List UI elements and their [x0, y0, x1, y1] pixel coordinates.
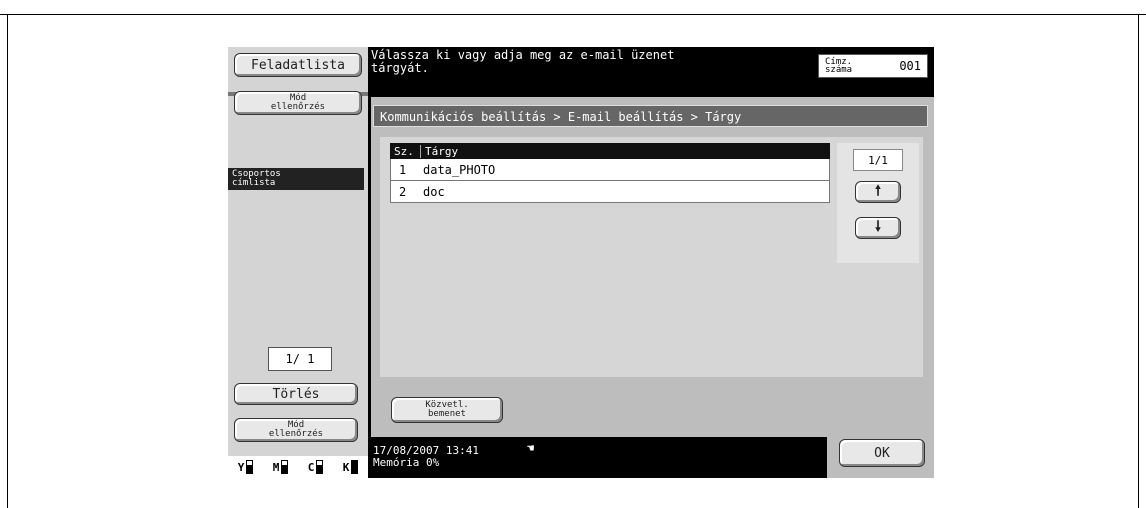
scroll-down-button[interactable]: 🠗 — [855, 217, 901, 239]
toner-m: M — [273, 460, 289, 474]
direct-input-button[interactable]: Közvetl. bemenet — [391, 397, 503, 423]
breadcrumb: Kommunikációs beállítás > E-mail beállít… — [373, 105, 928, 127]
date-time-memory: 17/08/2007 13:41 Memória 0% — [373, 444, 479, 469]
subject-table: Sz. Tárgy 1 data_PHOTO 2 doc — [390, 143, 830, 203]
page-frame-right — [1138, 14, 1139, 508]
page-frame-top — [0, 14, 1146, 15]
page-frame-left — [7, 14, 8, 508]
instruction-message: Válassza ki vagy adja meg az e-mail üzen… — [371, 48, 675, 75]
group-address-list-tab[interactable]: Csoportos címlista — [228, 168, 364, 190]
page-indicator: 1/ 1 — [268, 347, 332, 371]
scroll-up-button[interactable]: 🠕 — [855, 181, 901, 203]
toner-indicator: Y M C K — [228, 456, 368, 478]
column-subject: Tárgy — [425, 144, 459, 158]
table-row[interactable]: 2 doc — [390, 181, 830, 203]
row-number: 1 — [399, 162, 407, 177]
table-row[interactable]: 1 data_PHOTO — [390, 159, 830, 181]
subject-list-panel: Sz. Tárgy 1 data_PHOTO 2 doc 1/1 🠕 🠗 — [380, 137, 923, 377]
toner-c: C — [308, 460, 324, 474]
row-subject: data_PHOTO — [423, 162, 496, 177]
mode-check-bottom-button[interactable]: Mód ellenőrzés — [234, 418, 358, 442]
control-panel-screen: Feladatlista Mód ellenőrzés Csoportos cí… — [228, 47, 934, 478]
row-subject: doc — [423, 184, 445, 199]
ok-button[interactable]: OK — [839, 439, 925, 467]
main-panel: Kommunikációs beállítás > E-mail beállít… — [371, 97, 934, 437]
row-number: 2 — [399, 184, 407, 199]
column-number: Sz. — [390, 144, 421, 158]
address-count-box: Címz. száma 001 — [818, 54, 928, 78]
list-scroll-controls: 1/1 🠕 🠗 — [837, 143, 919, 263]
arrow-up-icon: 🠕 — [874, 183, 881, 199]
toner-k: K — [343, 460, 359, 474]
address-count-label: Címz. száma — [825, 57, 853, 75]
ok-area: OK — [827, 429, 934, 478]
list-page-indicator: 1/1 — [853, 149, 903, 171]
job-list-button[interactable]: Feladatlista — [234, 53, 362, 77]
table-header: Sz. Tárgy — [390, 143, 830, 159]
toner-y: Y — [238, 460, 254, 474]
left-panel: Feladatlista Mód ellenőrzés Csoportos cí… — [228, 47, 368, 478]
address-count-value: 001 — [899, 59, 921, 73]
arrow-down-icon: 🠗 — [874, 219, 881, 235]
hand-icon: ☚ — [527, 441, 535, 455]
delete-button[interactable]: Törlés — [234, 383, 358, 405]
mode-check-button[interactable]: Mód ellenőrzés — [234, 91, 362, 115]
